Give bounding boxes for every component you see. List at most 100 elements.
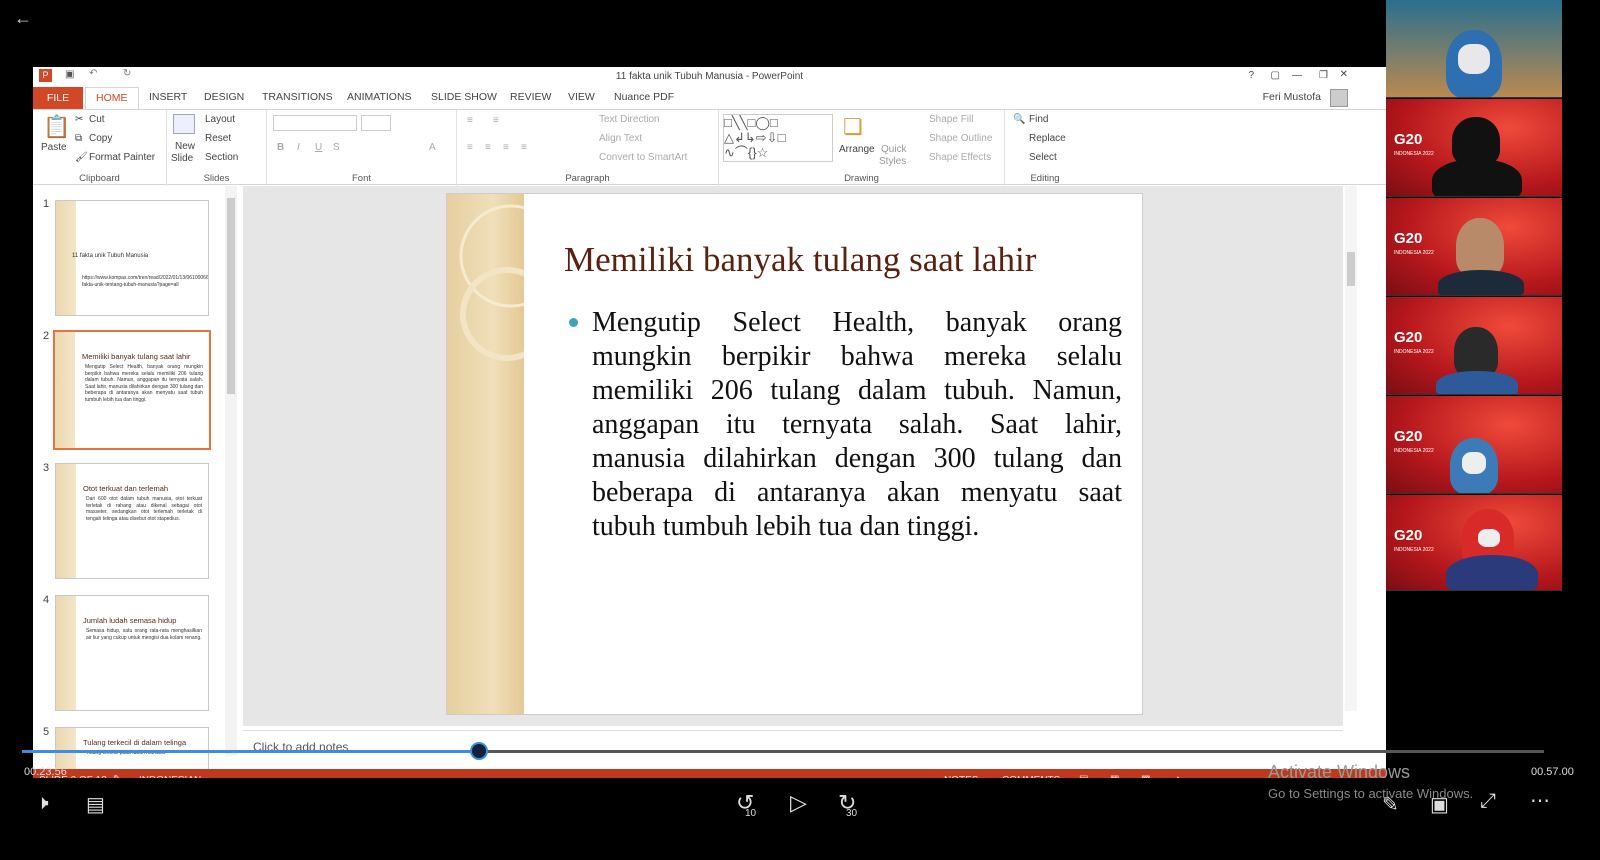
thumbnail-scrollbar[interactable] (225, 186, 237, 756)
tab-home[interactable]: HOME (85, 87, 139, 109)
cut-icon[interactable]: ✂ (75, 114, 83, 125)
shadow-icon[interactable]: S (333, 142, 340, 153)
participant-tile-1[interactable] (1386, 0, 1562, 98)
slide-thumbnail-4[interactable]: Jumlah ludah semasa hidup Semasa hidup, … (55, 595, 209, 711)
seek-progress (22, 750, 479, 753)
shape-effects-button[interactable]: Shape Effects (929, 152, 991, 163)
font-name-input[interactable] (273, 115, 357, 131)
copy-button[interactable]: Copy (89, 133, 112, 144)
thumb-title: Otot terkuat dan terlemah (83, 484, 169, 493)
participant-tile-3[interactable]: G20 INDONESIA 2022 (1386, 198, 1562, 296)
notes-pane[interactable]: Click to add notes (243, 730, 1343, 762)
ribbon: 📋 Paste ✂ Cut ⧉ Copy 🖌 Format Painter Cl… (33, 109, 1386, 186)
format-painter-button[interactable]: Format Painter (89, 152, 155, 163)
shape-outline-button[interactable]: Shape Outline (929, 133, 992, 144)
numbering-icon[interactable]: ≡ (493, 115, 499, 126)
participant-tile-2[interactable]: G20 INDONESIA 2022 (1386, 99, 1562, 197)
g20-logo: G20 INDONESIA 2022 (1394, 230, 1434, 256)
cut-button[interactable]: Cut (89, 114, 105, 125)
bullet-icon (569, 318, 578, 327)
help-icon[interactable]: ? (1248, 70, 1254, 81)
font-color-icon[interactable]: A (429, 142, 436, 153)
tab-review[interactable]: REVIEW (510, 91, 551, 103)
tab-insert[interactable]: INSERT (149, 91, 187, 103)
italic-icon[interactable]: I (297, 142, 300, 153)
more-options-icon[interactable]: ⋯ (1530, 788, 1550, 813)
forward-30-label: 30 (846, 808, 858, 819)
layout-button[interactable]: Layout (205, 114, 235, 125)
convert-smartart-button[interactable]: Convert to SmartArt (599, 152, 687, 163)
new-slide-button-2[interactable]: Slide (171, 153, 193, 164)
ribbon-display-icon[interactable]: ▢ (1271, 70, 1280, 81)
activate-windows-title: Activate Windows (1268, 762, 1411, 782)
bullets-icon[interactable]: ≡ (467, 115, 473, 126)
new-slide-icon[interactable] (173, 114, 195, 134)
underline-icon[interactable]: U (315, 142, 322, 153)
tab-view[interactable]: VIEW (568, 91, 595, 103)
group-slides: New Slide Layout Reset Section Slides (167, 110, 267, 186)
user-avatar[interactable] (1330, 89, 1348, 107)
tab-animations[interactable]: ANIMATIONS (347, 91, 412, 103)
slide-scrollbar[interactable] (1345, 186, 1357, 711)
back-arrow-icon[interactable]: ← (14, 8, 32, 29)
captions-icon[interactable]: ▤ (86, 792, 105, 817)
new-slide-button[interactable]: New (175, 141, 195, 152)
slide-thumbnail-3[interactable]: Otot terkuat dan terlemah Dari 600 otot … (55, 463, 209, 579)
slide-thumbnail-pane: 1 11 fakta unik Tubuh Manusia https://ww… (33, 186, 243, 794)
volume-icon[interactable]: 🕨 (36, 792, 49, 815)
align-left-icon[interactable]: ≡ (467, 142, 473, 153)
participant-tile-5[interactable]: G20 INDONESIA 2022 (1386, 396, 1562, 494)
ribbon-tabs: FILE HOME INSERT DESIGN TRANSITIONS ANIM… (33, 87, 1386, 109)
copy-icon[interactable]: ⧉ (75, 133, 82, 144)
section-button[interactable]: Section (205, 152, 238, 163)
seek-knob[interactable] (469, 742, 488, 760)
slide-title: Memiliki banyak tulang saat lahir (564, 240, 1037, 279)
g20-logo: G20 INDONESIA 2022 (1394, 527, 1434, 553)
shapes-gallery[interactable]: □╲╲□◯□ △↲↳⇨⇩□ ∿⌒{}☆ (723, 114, 833, 162)
slide-body: Mengutip Select Health, banyak orang mun… (592, 307, 1122, 542)
align-text-button[interactable]: Align Text (599, 133, 642, 144)
tab-slide-show[interactable]: SLIDE SHOW (431, 91, 497, 103)
tab-nuance-pdf[interactable]: Nuance PDF (614, 91, 674, 103)
quick-styles-button-2[interactable]: Styles (879, 156, 906, 167)
slide-thumbnail-1[interactable]: 11 fakta unik Tubuh Manusia https://www.… (55, 200, 209, 316)
play-icon[interactable]: ▷ (790, 790, 807, 816)
pp-close-icon[interactable]: ✕ (1340, 69, 1348, 80)
group-label-slides: Slides (203, 173, 230, 184)
font-size-input[interactable] (361, 115, 391, 131)
thumb-body: Dari 600 otot dalam tubuh manusia, otot … (86, 496, 202, 522)
pp-restore-icon[interactable]: ❐ (1319, 70, 1328, 81)
tab-transitions[interactable]: TRANSITIONS (262, 91, 333, 103)
text-direction-button[interactable]: Text Direction (599, 114, 660, 125)
g20-logo: G20 INDONESIA 2022 (1394, 131, 1434, 157)
select-button[interactable]: Select (1029, 152, 1057, 163)
pp-minimize-icon[interactable]: — (1292, 70, 1302, 81)
thumb-body: https://www.kompas.com/tren/read/2022/01… (82, 275, 209, 288)
replace-button[interactable]: Replace (1029, 133, 1066, 144)
paste-button[interactable]: Paste (41, 142, 67, 153)
group-label-paragraph: Paragraph (565, 173, 610, 184)
reset-button[interactable]: Reset (205, 133, 231, 144)
align-right-icon[interactable]: ≡ (503, 142, 509, 153)
quick-styles-button[interactable]: Quick (881, 144, 907, 155)
powerpoint-window: P ▣ ↶ ↻ 11 fakta unik Tubuh Manusia - Po… (33, 67, 1386, 794)
find-button[interactable]: Find (1029, 114, 1048, 125)
align-center-icon[interactable]: ≡ (485, 142, 491, 153)
slide-thumbnail-2[interactable]: Memiliki banyak tulang saat lahir Mengut… (53, 330, 211, 450)
thumb-title: 11 fakta unik Tubuh Manusia (72, 253, 149, 259)
participant-tile-6[interactable]: G20 INDONESIA 2022 (1386, 495, 1562, 591)
arrange-icon[interactable]: ❏ (843, 114, 863, 140)
justify-icon[interactable]: ≡ (521, 142, 527, 153)
fullscreen-icon[interactable]: ⤢ (1480, 790, 1496, 813)
format-painter-icon[interactable]: 🖌 (75, 152, 88, 163)
participant-tile-4[interactable]: G20 INDONESIA 2022 (1386, 297, 1562, 395)
paste-icon[interactable]: 📋 (43, 114, 70, 140)
tab-file[interactable]: FILE (33, 87, 83, 109)
shape-fill-button[interactable]: Shape Fill (929, 114, 973, 125)
tab-design[interactable]: DESIGN (204, 91, 244, 103)
arrange-button[interactable]: Arrange (839, 144, 875, 155)
slide-decoration (447, 194, 524, 714)
current-slide[interactable]: Memiliki banyak tulang saat lahir Mengut… (446, 193, 1143, 715)
bold-icon[interactable]: B (277, 142, 284, 153)
user-name[interactable]: Feri Mustofa (1263, 91, 1321, 103)
